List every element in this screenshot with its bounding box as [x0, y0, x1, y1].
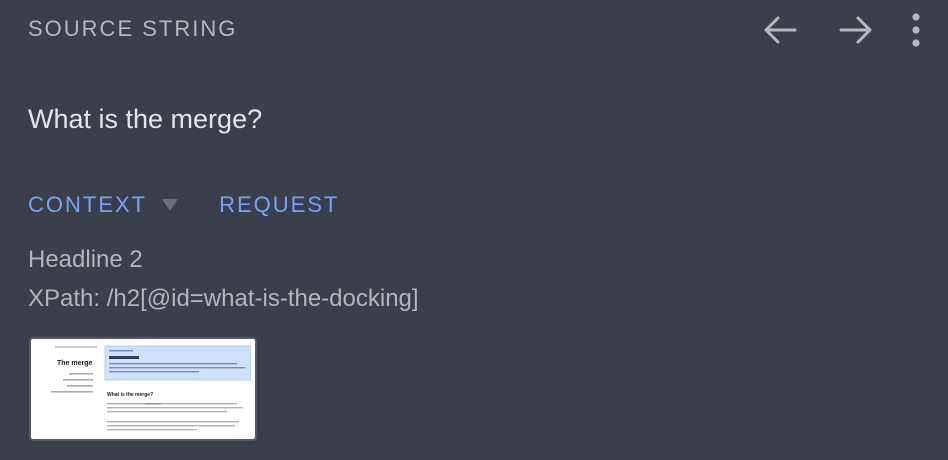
context-xpath: XPath: /h2[@id=what-is-the-docking] — [28, 285, 419, 312]
context-tabs: CONTEXT REQUEST — [28, 192, 339, 218]
screenshot-preview-graphic: The merge What is the merge? — [51, 345, 251, 431]
source-string-panel: SOURCE STRING What is the merge? CONTEXT — [0, 0, 948, 460]
context-dropdown-toggle[interactable] — [161, 198, 179, 212]
arrow-right-icon — [839, 16, 872, 44]
arrow-left-icon — [764, 16, 797, 44]
screenshot-preview: The merge What is the merge? — [35, 343, 251, 435]
header-actions — [726, 10, 928, 50]
screenshot-page-title: The merge — [57, 360, 93, 367]
section-label: SOURCE STRING — [28, 16, 238, 41]
previous-string-button[interactable] — [758, 10, 802, 50]
tab-context[interactable]: CONTEXT — [28, 192, 147, 218]
more-vertical-icon — [912, 13, 920, 47]
tab-request[interactable]: REQUEST — [219, 192, 339, 218]
caret-down-icon — [162, 199, 179, 211]
context-screenshot-thumbnail[interactable]: The merge What is the merge? — [29, 337, 257, 441]
context-element-type: Headline 2 — [28, 246, 143, 273]
source-string-text: What is the merge? — [28, 104, 263, 134]
screenshot-section-heading: What is the merge? — [107, 392, 153, 398]
next-string-button[interactable] — [834, 10, 878, 50]
more-options-button[interactable] — [904, 10, 928, 50]
